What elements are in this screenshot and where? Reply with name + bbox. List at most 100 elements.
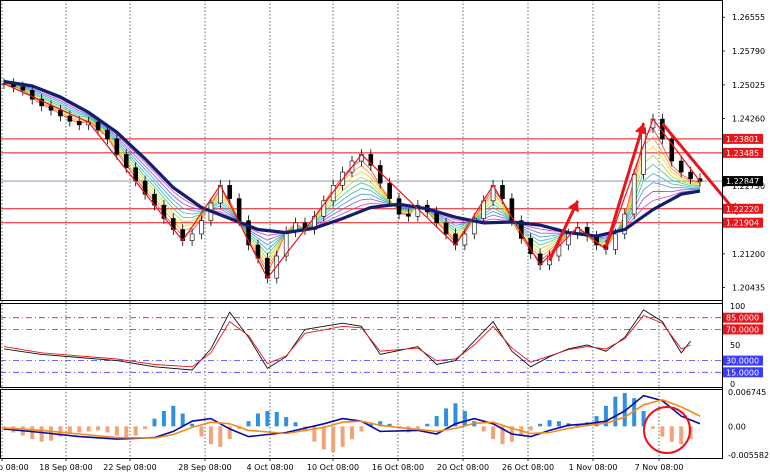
macd-histogram-bar — [265, 410, 270, 427]
macd-histogram-bar — [30, 426, 35, 440]
candle-body — [631, 173, 637, 215]
macd-histogram-bar — [340, 426, 345, 447]
x-tick-label: 22 Sep 08:00 — [103, 463, 156, 472]
level-label: 1.22220 — [726, 205, 759, 214]
macd-histogram-bar — [208, 426, 213, 445]
macd-histogram-bar — [284, 417, 289, 427]
macd-histogram-bar — [491, 426, 496, 440]
macd-y-tick-label: 0.006745 — [728, 388, 766, 397]
stochastic-panel — [0, 309, 722, 373]
candle-body — [688, 171, 693, 180]
x-tick-label: 16 Oct 08:00 — [372, 463, 424, 472]
macd-histogram-bar — [425, 423, 430, 427]
candle-body — [396, 198, 402, 215]
macd-histogram-bar — [190, 423, 195, 427]
macd-histogram-bar — [39, 426, 44, 442]
macd-histogram-bar — [679, 426, 684, 445]
stoch-level-label: 70.0000 — [726, 325, 759, 334]
y-tick-label: 1.24260 — [732, 115, 765, 124]
macd-histogram-bar — [199, 426, 204, 437]
macd-histogram-bar — [274, 411, 279, 427]
x-tick-label: 7 Nov 08:00 — [635, 463, 684, 472]
stoch-level-label: 15.0000 — [726, 368, 759, 377]
macd-histogram-bar — [547, 420, 552, 427]
trading-chart: Sep 08:00 18 Sep 08:00 22 Sep 08:00 28 Sep … — [0, 0, 769, 472]
x-tick-label: 10 Oct 08:00 — [307, 463, 359, 472]
x-tick-label: Sep 08:00 — [0, 463, 29, 472]
macd-histogram-bar — [293, 422, 298, 427]
stoch-y-tick-label: 100 — [730, 302, 745, 311]
stoch-line — [3, 314, 691, 368]
stoch-level-label: 85.0000 — [726, 314, 759, 323]
price-panel — [0, 78, 739, 284]
macd-histogram-bar — [556, 421, 561, 427]
macd-histogram-bar — [660, 426, 665, 437]
candle-body — [105, 129, 110, 140]
candle-body — [678, 160, 684, 173]
candle-body — [236, 198, 242, 221]
macd-histogram-bar — [528, 426, 533, 431]
candle-body — [641, 127, 646, 175]
axes: Sep 08:00 18 Sep 08:00 22 Sep 08:00 28 Sep … — [0, 0, 769, 472]
macd-histogram-bar — [359, 426, 364, 432]
macd-histogram-bar — [481, 426, 486, 432]
candle-body — [95, 121, 101, 131]
macd-histogram-bar — [350, 426, 354, 440]
macd-histogram-bar — [406, 426, 411, 433]
candle-body — [67, 115, 73, 122]
x-tick-label: 4 Oct 08:00 — [246, 463, 293, 472]
candle-body — [387, 182, 392, 199]
macd-histogram-bar — [86, 426, 91, 432]
candle-body — [48, 105, 54, 111]
stoch-y-tick-label: 50 — [730, 341, 740, 350]
macd-histogram-bar — [77, 426, 82, 433]
stoch-level-label: 30.0000 — [726, 357, 759, 366]
macd-histogram-bar — [613, 396, 618, 427]
macd-histogram-bar — [105, 426, 110, 433]
candle-body — [462, 233, 468, 246]
macd-histogram-bar — [171, 405, 176, 427]
candle-body — [189, 233, 195, 241]
macd-histogram-bar — [434, 416, 439, 427]
candle-body — [443, 222, 449, 235]
y-tick-label: 1.21200 — [732, 250, 765, 259]
level-label: 1.21904 — [726, 219, 759, 228]
candle-body — [613, 233, 618, 250]
level-label: 1.23485 — [726, 149, 759, 158]
candle-body — [500, 185, 505, 199]
macd-histogram-bar — [444, 408, 449, 427]
x-tick-label: 1 Nov 08:00 — [569, 463, 618, 472]
candle-body — [76, 120, 82, 126]
macd-histogram-bar — [114, 426, 119, 436]
macd-histogram-bar — [246, 421, 251, 427]
macd-histogram-bar — [255, 413, 260, 427]
macd-histogram-bar — [218, 426, 223, 447]
candle-body — [406, 213, 411, 217]
macd-y-tick-label: 0.00 — [728, 422, 746, 431]
macd-histogram-bar — [161, 410, 166, 427]
macd-histogram-bar — [321, 426, 326, 450]
macd-histogram-bar — [180, 413, 185, 427]
y-tick-label: 1.26555 — [732, 13, 765, 22]
candle-body — [227, 185, 233, 199]
x-tick-label: 28 Sep 08:00 — [178, 463, 231, 472]
level-label: 1.23801 — [726, 135, 759, 144]
macd-histogram-bar — [152, 418, 157, 427]
candle-body — [114, 138, 120, 155]
macd-histogram-bar — [462, 410, 467, 427]
candle-body — [20, 86, 26, 91]
x-tick-label: 20 Oct 08:00 — [437, 463, 489, 472]
macd-histogram-bar — [538, 423, 543, 427]
x-tick-label: 18 Sep 08:00 — [39, 463, 92, 472]
macd-panel — [2, 393, 701, 452]
y-tick-label: 1.20435 — [732, 284, 765, 293]
macd-histogram-bar — [133, 426, 138, 436]
y-tick-label: 1.25025 — [732, 81, 765, 90]
macd-y-tick-label: -0.005582 — [728, 451, 769, 460]
macd-histogram-bar — [124, 426, 129, 438]
y-tick-label: 1.25790 — [732, 47, 765, 56]
y-tick-label: 1.22730 — [732, 182, 765, 191]
candle-body — [29, 90, 35, 100]
x-tick-label: 26 Oct 08:00 — [502, 463, 554, 472]
candle-body — [123, 154, 129, 168]
